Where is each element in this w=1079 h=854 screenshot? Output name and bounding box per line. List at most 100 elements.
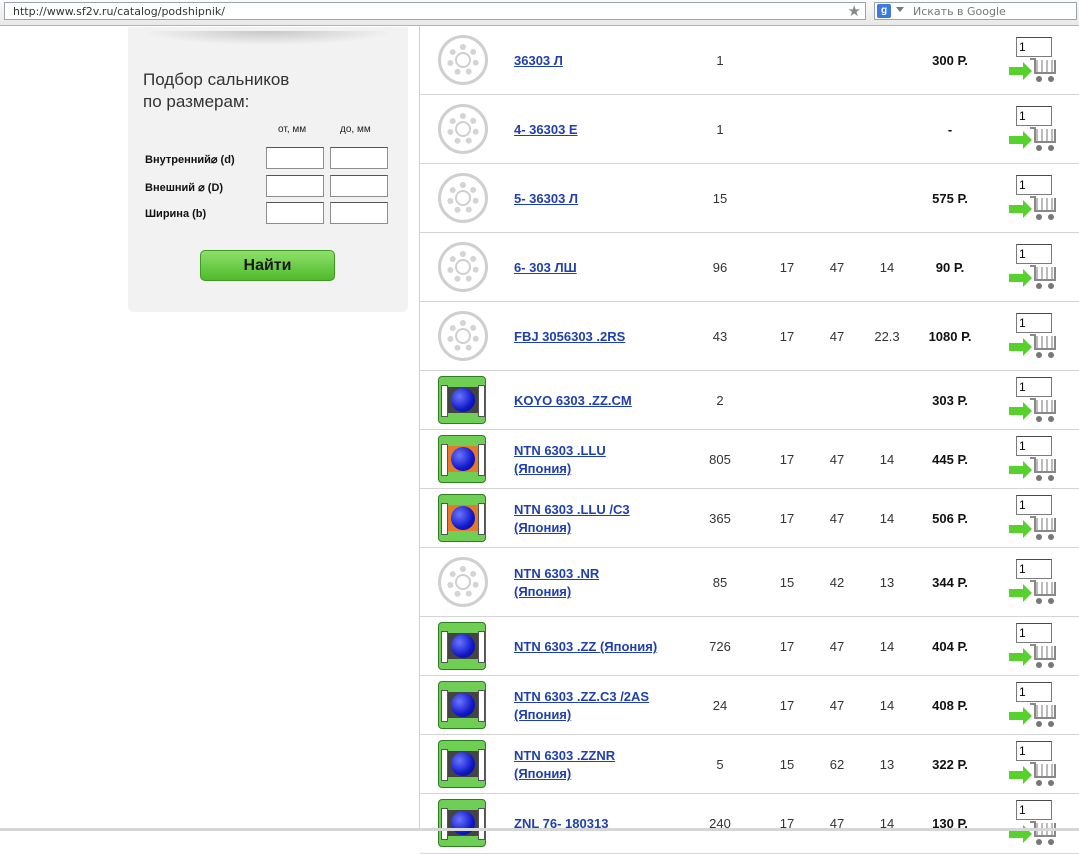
product-origin[interactable]: (Япония) <box>514 583 684 601</box>
outer-diameter: 47 <box>829 260 845 275</box>
product-name[interactable]: NTN 6303 .ZZNR <box>514 748 615 763</box>
width-from-input[interactable] <box>266 202 324 224</box>
add-to-cart-button[interactable] <box>1009 196 1059 222</box>
inner-diameter-to-input[interactable] <box>330 147 388 169</box>
add-to-cart-button[interactable] <box>1009 762 1059 788</box>
cart-quantity-input[interactable]: 1 <box>1016 559 1052 579</box>
add-to-cart-button[interactable] <box>1009 703 1059 729</box>
price: 90 Р. <box>935 260 965 275</box>
google-icon[interactable]: g <box>877 4 891 18</box>
cart-quantity-input[interactable]: 1 <box>1016 436 1052 456</box>
arrow-right-icon <box>1009 402 1032 420</box>
product-name[interactable]: 6- 303 ЛШ <box>514 260 577 275</box>
product-name-link[interactable]: 36303 Л <box>514 52 684 70</box>
inner-diameter-from-input[interactable] <box>266 147 324 169</box>
sealed-bearing-icon <box>438 740 486 788</box>
bearing-image[interactable] <box>438 740 488 790</box>
cart-quantity-input[interactable]: 1 <box>1016 741 1052 761</box>
add-to-cart-button[interactable] <box>1009 457 1059 483</box>
inner-diameter: 15 <box>779 575 795 590</box>
bearing-image[interactable] <box>438 799 488 849</box>
bearing-image[interactable] <box>438 242 488 292</box>
bearing-image[interactable] <box>438 622 488 672</box>
bearing-image[interactable] <box>438 35 488 85</box>
product-name-link[interactable]: FBJ 3056303 .2RS <box>514 328 684 346</box>
cart-quantity-input[interactable]: 1 <box>1016 37 1052 57</box>
add-to-cart-button[interactable] <box>1009 516 1059 542</box>
cart-quantity-input[interactable]: 1 <box>1016 244 1052 264</box>
outer-diameter-from-input[interactable] <box>266 175 324 197</box>
product-name-link[interactable]: 4- 36303 Е <box>514 121 684 139</box>
outer-diameter: 47 <box>829 452 845 467</box>
outer-diameter: 47 <box>829 329 845 344</box>
arrow-right-icon <box>1009 200 1032 218</box>
add-to-cart-button[interactable] <box>1009 58 1059 84</box>
outer-diameter: 47 <box>829 639 845 654</box>
add-to-cart-button[interactable] <box>1009 580 1059 606</box>
bearing-image[interactable] <box>438 435 488 485</box>
column-from-label: от, мм <box>278 124 307 135</box>
search-placeholder[interactable]: Искать в Google <box>913 5 1006 18</box>
bearing-image[interactable] <box>438 681 488 731</box>
cart-quantity-input[interactable]: 1 <box>1016 377 1052 397</box>
product-origin[interactable]: (Япония) <box>514 460 684 478</box>
price: 1080 Р. <box>928 329 972 344</box>
bearing-ring-icon <box>438 557 488 607</box>
product-name[interactable]: 36303 Л <box>514 53 563 68</box>
add-to-cart-button[interactable] <box>1009 644 1059 670</box>
stock-quantity: 85 <box>712 575 728 590</box>
cart-quantity-input[interactable]: 1 <box>1016 623 1052 643</box>
address-bar-url[interactable]: http://www.sf2v.ru/catalog/podshipnik/ <box>13 5 225 18</box>
width-to-input[interactable] <box>330 202 388 224</box>
cart-quantity-input[interactable]: 1 <box>1016 495 1052 515</box>
product-origin[interactable]: (Япония) <box>514 519 684 537</box>
bearing-image[interactable] <box>438 173 488 223</box>
bearing-image[interactable] <box>438 376 488 426</box>
outer-diameter-to-input[interactable] <box>330 175 388 197</box>
add-to-cart-button[interactable] <box>1009 334 1059 360</box>
product-name[interactable]: NTN 6303 .LLU <box>514 443 606 458</box>
product-name[interactable]: 4- 36303 Е <box>514 122 578 137</box>
product-name-link[interactable]: 5- 36303 Л <box>514 190 684 208</box>
product-name[interactable]: NTN 6303 .ZZ.C3 /2AS <box>514 689 649 704</box>
cart-quantity-input[interactable]: 1 <box>1016 313 1052 333</box>
address-bar[interactable]: http://www.sf2v.ru/catalog/podshipnik/ ★ <box>4 2 866 20</box>
search-engine-dropdown-icon[interactable] <box>896 7 904 12</box>
add-to-cart-button[interactable] <box>1009 265 1059 291</box>
product-name[interactable]: FBJ 3056303 .2RS <box>514 329 625 344</box>
add-to-cart-button[interactable] <box>1009 821 1059 847</box>
product-name[interactable]: KOYO 6303 .ZZ.CM <box>514 393 632 408</box>
product-name-link[interactable]: NTN 6303 .LLU (Япония) <box>514 442 684 478</box>
product-name[interactable]: NTN 6303 .LLU /C3 <box>514 502 630 517</box>
outer-diameter: 47 <box>829 698 845 713</box>
product-row: 36303 Л 1 300 Р. 1 <box>420 26 1079 95</box>
product-name-link[interactable]: NTN 6303 .NR (Япония) <box>514 565 684 601</box>
width: 14 <box>879 511 895 526</box>
add-to-cart-button[interactable] <box>1009 127 1059 153</box>
product-name[interactable]: NTN 6303 .NR <box>514 566 599 581</box>
product-name-link[interactable]: KOYO 6303 .ZZ.CM <box>514 392 684 410</box>
product-name-link[interactable]: NTN 6303 .LLU /C3 (Япония) <box>514 501 684 537</box>
product-name-link[interactable]: NTN 6303 .ZZNR (Япония) <box>514 747 684 783</box>
product-name[interactable]: NTN 6303 .ZZ (Япония) <box>514 639 657 654</box>
bearing-image[interactable] <box>438 557 488 607</box>
cart-quantity-input[interactable]: 1 <box>1016 106 1052 126</box>
bearing-image[interactable] <box>438 494 488 544</box>
search-box[interactable]: g Искать в Google <box>874 2 1077 20</box>
bearing-image[interactable] <box>438 311 488 361</box>
add-to-cart-button[interactable] <box>1009 398 1059 424</box>
cart-quantity-input[interactable]: 1 <box>1016 682 1052 702</box>
price: 575 Р. <box>932 191 968 206</box>
product-origin[interactable]: (Япония) <box>514 765 684 783</box>
cart-quantity-input[interactable]: 1 <box>1016 175 1052 195</box>
product-name-link[interactable]: 6- 303 ЛШ <box>514 259 684 277</box>
product-name[interactable]: 5- 36303 Л <box>514 191 578 206</box>
find-button[interactable]: Найти <box>200 250 335 281</box>
product-origin[interactable]: (Япония) <box>514 706 684 724</box>
product-name-link[interactable]: NTN 6303 .ZZ (Япония) <box>514 638 684 656</box>
bookmark-star-icon[interactable]: ★ <box>848 2 861 20</box>
cart-quantity-input[interactable]: 1 <box>1016 800 1052 820</box>
filter-title-line1: Подбор сальников <box>143 70 290 89</box>
bearing-image[interactable] <box>438 104 488 154</box>
product-name-link[interactable]: NTN 6303 .ZZ.C3 /2AS (Япония) <box>514 688 684 724</box>
